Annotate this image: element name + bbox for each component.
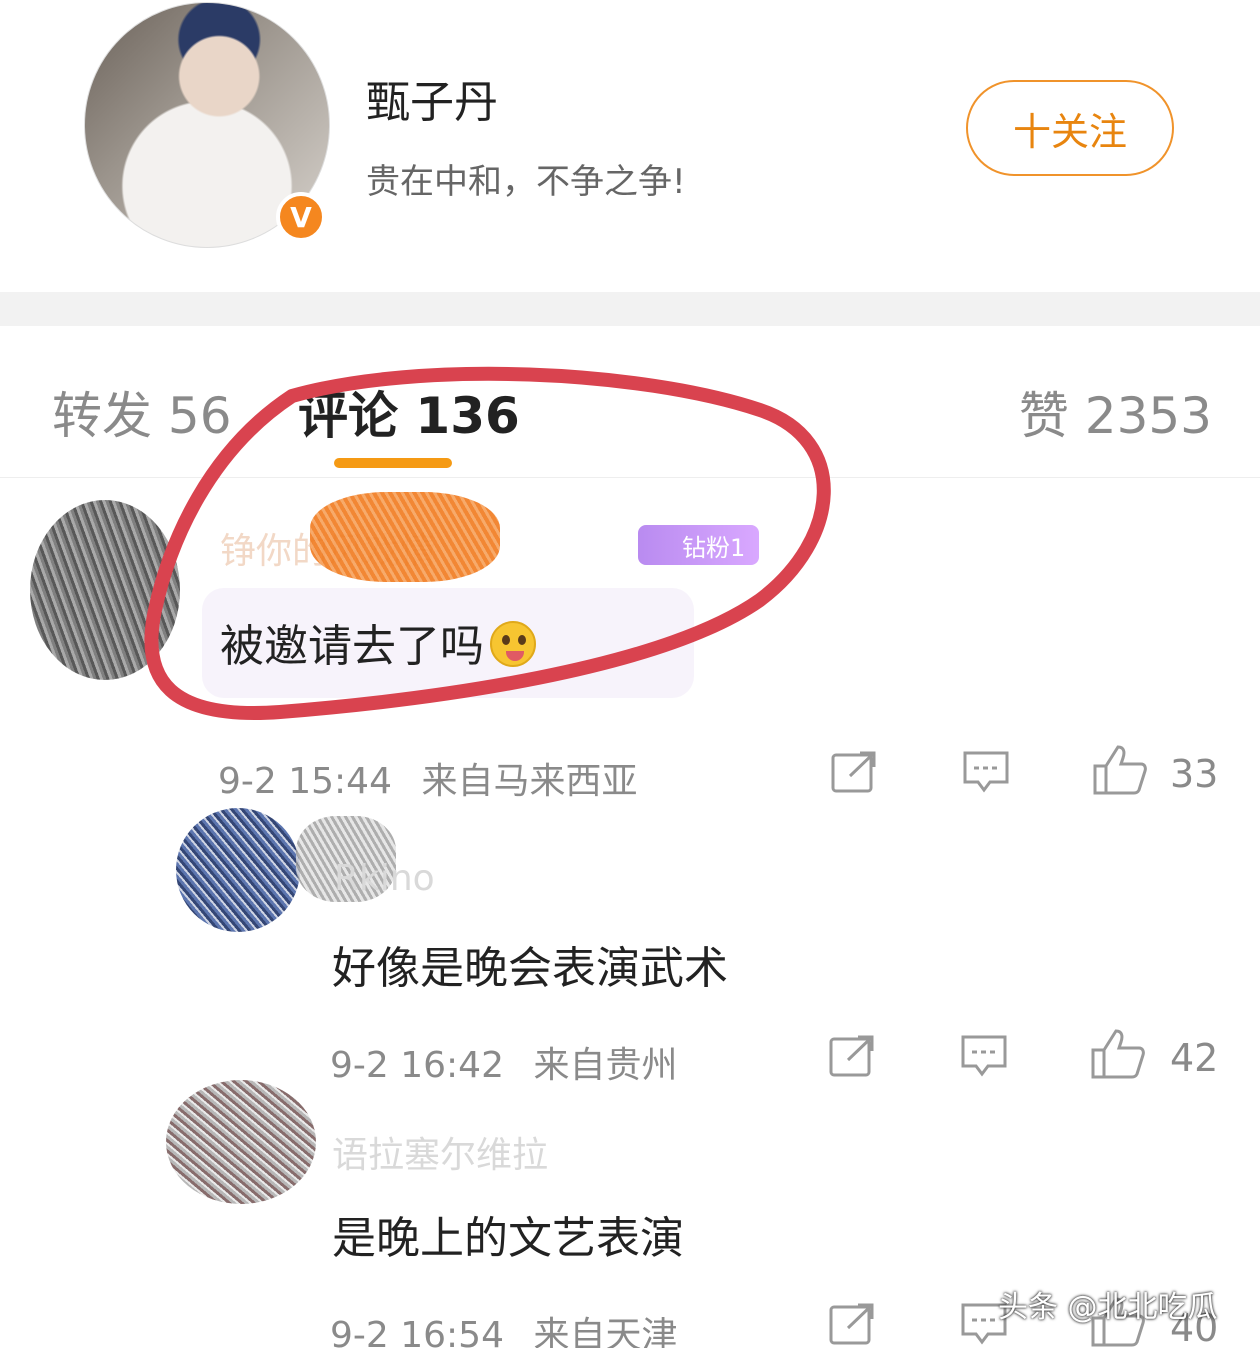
- tab-likes[interactable]: 赞 2353: [1019, 376, 1212, 448]
- comment-text-content: 被邀请去了吗: [220, 621, 484, 672]
- profile-name[interactable]: 甄子丹: [366, 66, 498, 130]
- username-scribble: [310, 492, 500, 582]
- active-tab-indicator: [334, 458, 452, 468]
- comment-avatar[interactable]: [30, 500, 180, 680]
- like-count: 33: [1170, 752, 1219, 796]
- follow-button[interactable]: 十关注: [966, 80, 1174, 176]
- comment-meta: 9-2 16:54 来自天津: [330, 1306, 677, 1348]
- comment-avatar[interactable]: [166, 1080, 316, 1204]
- like-count: 42: [1170, 1036, 1219, 1080]
- comment-meta: 9-2 15:44 来自马来西亚: [218, 752, 637, 804]
- verified-icon: V: [276, 192, 326, 242]
- comment-time: 9-2 16:42: [330, 1045, 504, 1086]
- tab-forward[interactable]: 转发 56: [52, 376, 232, 448]
- comment-location: 来自贵州: [533, 1045, 678, 1086]
- comment-time: 9-2 15:44: [218, 761, 392, 802]
- fan-level-badge: 钻粉1: [638, 525, 760, 565]
- comment-meta: 9-2 16:42 来自贵州: [330, 1036, 677, 1088]
- comment-time: 9-2 16:54: [330, 1315, 504, 1348]
- tab-comments[interactable]: 评论 136: [298, 376, 520, 448]
- comment-text: 是晚上的文艺表演: [332, 1213, 684, 1264]
- comment-text: 被邀请去了吗: [220, 610, 536, 674]
- like-icon[interactable]: [1090, 1028, 1146, 1080]
- share-icon[interactable]: [830, 750, 878, 794]
- comment-location: 来自天津: [533, 1315, 678, 1348]
- reply-icon[interactable]: [962, 750, 1010, 794]
- profile-avatar-wrap[interactable]: V: [84, 2, 330, 248]
- share-icon[interactable]: [828, 1034, 876, 1078]
- comment-text: 好像是晚会表演武术: [332, 943, 728, 994]
- comment-username[interactable]: Rkino: [334, 858, 435, 899]
- comment-location: 来自马来西亚: [421, 761, 638, 802]
- comment-username[interactable]: 语拉塞尔维拉: [332, 1126, 548, 1178]
- section-divider: [0, 292, 1260, 326]
- profile-bio: 贵在中和，不争之争!: [366, 162, 686, 202]
- tab-bar: 转发 56 评论 136 赞 2353: [0, 326, 1260, 478]
- tongue-emoji-icon: [490, 621, 536, 667]
- watermark: 头条 @北北吃瓜: [998, 1290, 1218, 1325]
- like-icon[interactable]: [1092, 744, 1148, 796]
- comment-avatar[interactable]: [176, 808, 300, 932]
- share-icon[interactable]: [828, 1302, 876, 1346]
- reply-icon[interactable]: [960, 1034, 1008, 1078]
- profile-header: V 甄子丹 贵在中和，不争之争! 十关注: [0, 0, 1260, 292]
